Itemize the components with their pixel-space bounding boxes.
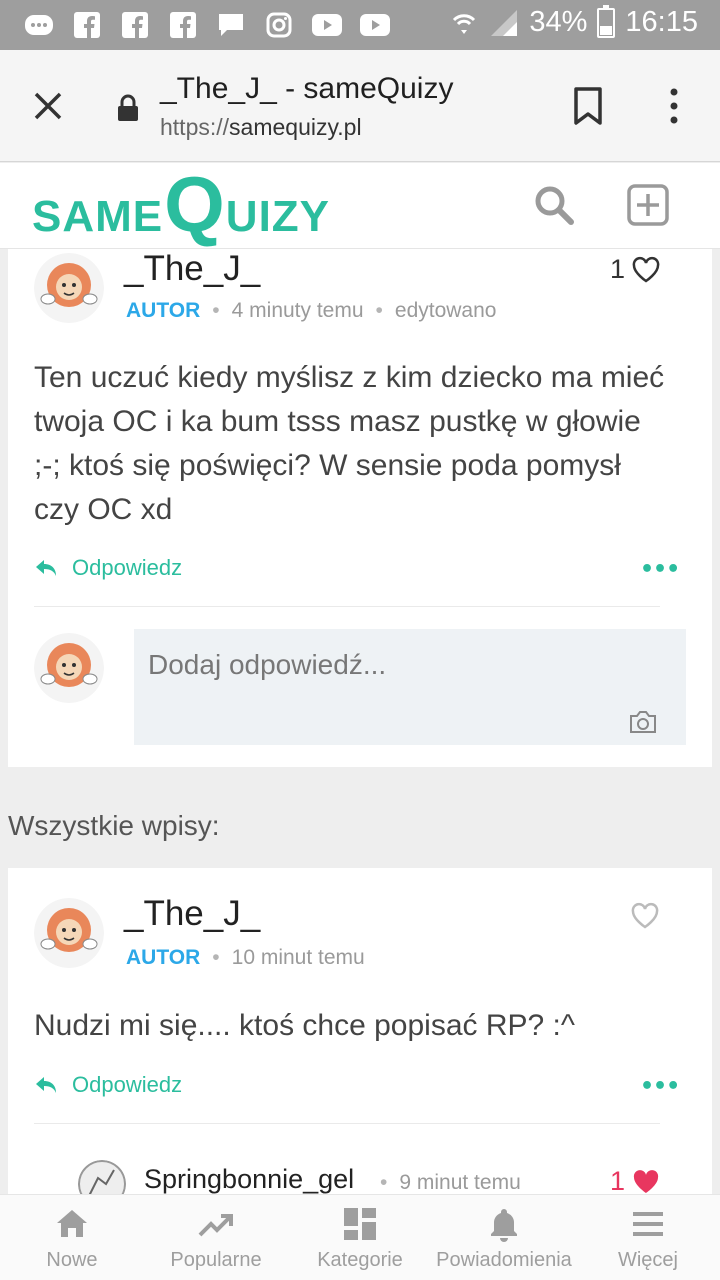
heart-outline-icon <box>631 902 659 929</box>
author-badge: AUTOR <box>126 946 201 969</box>
url-display[interactable]: https://samequizy.pl <box>160 114 362 141</box>
reply-input[interactable]: Dodaj odpowiedź... <box>134 629 686 745</box>
search-icon[interactable] <box>532 183 576 227</box>
meta-separator: • <box>375 299 383 322</box>
page: 34% 16:15 _The_J_ - sameQuizy https://sa… <box>0 0 720 1280</box>
youtube-icon <box>310 8 344 42</box>
meta-separator: • <box>212 299 220 322</box>
trending-icon <box>198 1214 233 1237</box>
lock-icon <box>118 94 138 121</box>
close-icon[interactable] <box>30 88 66 124</box>
bottom-navigation: Nowe Popularne Kategorie Powiadomienia W… <box>0 1194 720 1280</box>
clock: 16:15 <box>625 6 698 38</box>
nav-item-categories[interactable]: Kategorie <box>288 1195 432 1280</box>
post-text: Nudzi mi się.... ktoś chce popisać RP? :… <box>34 1009 575 1042</box>
battery-icon <box>597 4 616 38</box>
url-host: samequizy.pl <box>229 114 362 140</box>
grid-icon <box>344 1208 376 1240</box>
chat-icon <box>214 8 248 42</box>
nav-item-popular[interactable]: Popularne <box>144 1195 288 1280</box>
battery-fill <box>600 25 613 35</box>
instagram-icon <box>262 8 296 42</box>
like-count: 1 <box>610 254 626 284</box>
facebook-icon <box>118 8 152 42</box>
nav-label: Popularne <box>170 1249 262 1271</box>
reply-placeholder: Dodaj odpowiedź... <box>148 649 387 680</box>
reply-author[interactable]: Springbonnie_gel <box>144 1164 354 1195</box>
notification-icons <box>22 8 392 42</box>
like-button[interactable]: 1 <box>610 1166 661 1197</box>
post-meta: AUTOR • 4 minuty temu • edytowano <box>126 299 496 323</box>
post-time: 4 minuty temu <box>231 299 364 322</box>
more-options-button[interactable]: ••• <box>640 1074 680 1099</box>
menu-icon <box>633 1212 663 1236</box>
post-text: Ten uczuć kiedy myślisz z kim dziecko ma… <box>34 361 665 526</box>
avatar[interactable] <box>34 898 104 968</box>
status-right: 34% 16:15 <box>449 4 698 39</box>
samequizy-logo[interactable]: SAME Q UIZY <box>32 160 331 248</box>
post-time: 10 minut temu <box>231 946 365 969</box>
facebook-icon <box>166 8 200 42</box>
meta-separator: • <box>380 1171 388 1194</box>
page-title: _The_J_ - sameQuizy <box>160 72 454 105</box>
like-button[interactable]: 1 <box>610 254 661 285</box>
logo-text-same: SAME <box>32 192 164 241</box>
nav-item-more[interactable]: Więcej <box>576 1195 720 1280</box>
site-header: SAME Q UIZY <box>0 163 720 249</box>
heart-outline-icon <box>632 256 660 283</box>
reply-button[interactable]: Odpowiedz <box>34 555 182 581</box>
reply-arrow-icon <box>36 560 56 576</box>
home-icon <box>57 1210 87 1237</box>
post-meta: AUTOR • 10 minut temu <box>126 946 365 970</box>
browser-toolbar: _The_J_ - sameQuizy https://samequizy.pl <box>0 50 720 162</box>
like-count: 1 <box>610 1166 626 1196</box>
signal-icon <box>491 9 518 36</box>
reply-meta: • 9 minut temu <box>380 1171 521 1195</box>
reply-time: 9 minut temu <box>399 1171 521 1194</box>
nav-label: Powiadomienia <box>436 1249 572 1271</box>
nav-label: Więcej <box>617 1249 678 1271</box>
more-vert-icon[interactable] <box>660 86 688 126</box>
bell-icon <box>491 1209 517 1242</box>
post-card: _The_J_ AUTOR • 4 minuty temu • edytowan… <box>8 249 712 767</box>
like-button[interactable] <box>630 902 660 930</box>
battery-percent: 34% <box>529 6 588 38</box>
section-heading: Wszystkie wpisy: <box>8 810 220 841</box>
messenger-icon <box>22 8 56 42</box>
nav-label: Kategorie <box>317 1249 403 1271</box>
avatar[interactable] <box>34 253 104 323</box>
youtube-icon <box>358 8 392 42</box>
nav-item-notifications[interactable]: Powiadomienia <box>432 1195 576 1280</box>
reply-label: Odpowiedz <box>72 555 183 580</box>
wifi-icon <box>453 13 476 34</box>
reply-label: Odpowiedz <box>72 1072 183 1097</box>
logo-text-q: Q <box>164 160 225 248</box>
current-user-avatar <box>34 633 104 703</box>
post-author[interactable]: _The_J_ <box>124 249 260 289</box>
bookmark-icon[interactable] <box>572 86 604 126</box>
post-author[interactable]: _The_J_ <box>124 894 260 934</box>
divider <box>34 606 660 607</box>
reply-button[interactable]: Odpowiedz <box>34 1072 182 1098</box>
author-badge: AUTOR <box>126 299 201 322</box>
meta-separator: • <box>212 946 220 969</box>
add-quiz-icon[interactable] <box>626 183 670 227</box>
divider <box>34 1123 660 1124</box>
post-card: _The_J_ AUTOR • 10 minut temu Nudzi mi s… <box>8 868 712 1208</box>
logo-text-uizy: UIZY <box>225 192 331 241</box>
status-bar: 34% 16:15 <box>0 0 720 50</box>
more-options-button[interactable]: ••• <box>640 557 680 582</box>
heart-filled-icon <box>633 1169 659 1193</box>
facebook-icon <box>70 8 104 42</box>
camera-icon[interactable] <box>628 709 658 735</box>
nav-item-new[interactable]: Nowe <box>0 1195 144 1280</box>
nav-label: Nowe <box>46 1249 98 1271</box>
edited-label: edytowano <box>394 299 497 322</box>
reply-arrow-icon <box>36 1077 56 1093</box>
url-scheme: https:// <box>160 114 230 140</box>
